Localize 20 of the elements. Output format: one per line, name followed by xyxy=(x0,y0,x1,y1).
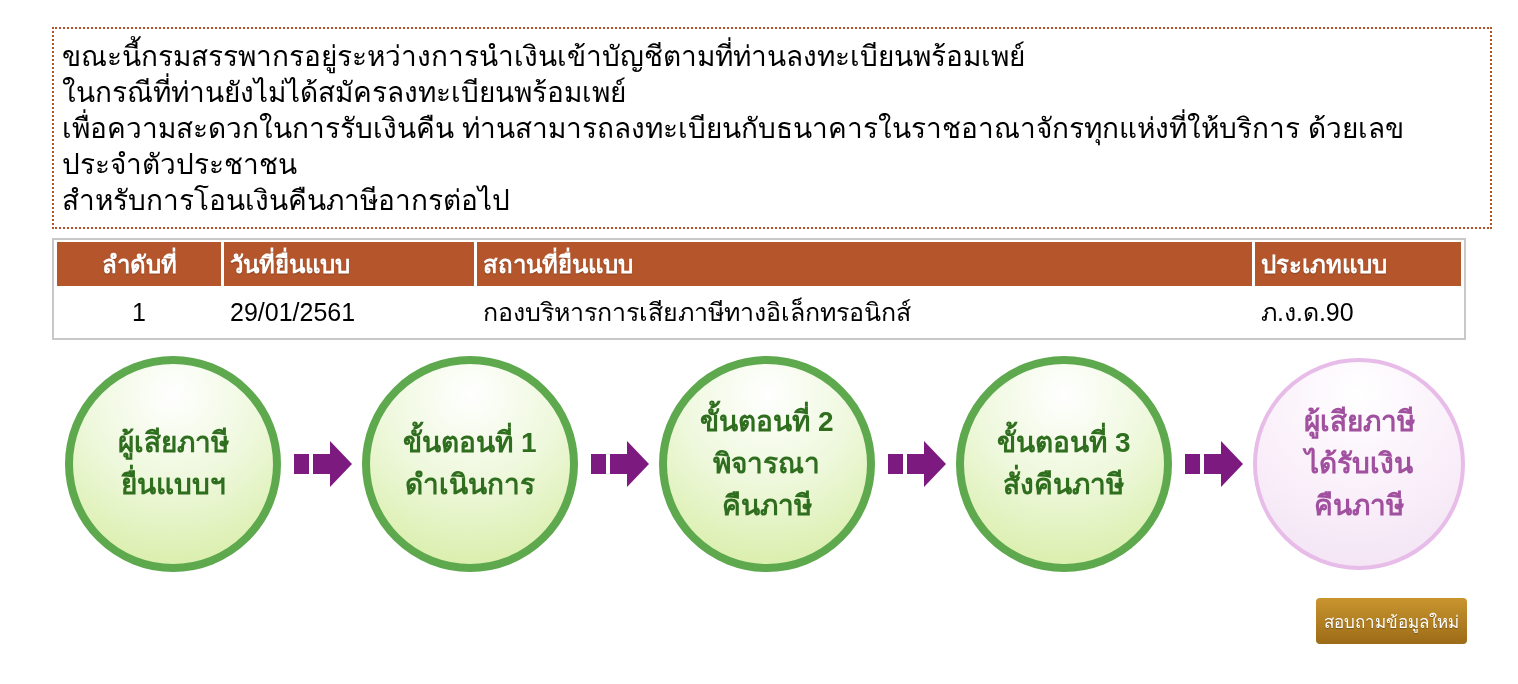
column-header: ลำดับที่ xyxy=(57,242,221,286)
arrow-icon xyxy=(1185,441,1243,487)
step-label: ขั้นตอนที่ 1 ดำเนินการ xyxy=(403,422,537,506)
column-header: ประเภทแบบ xyxy=(1255,242,1461,286)
table-cell-text: 29/01/2561 xyxy=(229,296,357,328)
step-label: ผู้เสียภาษี ได้รับเงิน คืนภาษี xyxy=(1303,405,1415,523)
table-cell-text: 1 xyxy=(131,296,147,328)
step-label: ผู้เสียภาษี ยื่นแบบฯ xyxy=(117,426,229,502)
step-label: ขั้นตอนที่ 3 สั่งคืนภาษี xyxy=(997,422,1131,506)
column-header: วันที่ยื่นแบบ xyxy=(224,242,474,286)
table-cell-text: กองบริหารการเสียภาษีทางอิเล็กทรอนิกส์ xyxy=(482,296,912,328)
arrow-icon xyxy=(888,441,946,487)
arrow-icon xyxy=(591,441,649,487)
column-header: สถานที่ยื่นแบบ xyxy=(477,242,1252,286)
notice-text: สำหรับการโอนเงินคืนภาษีอากรต่อไป xyxy=(62,184,511,218)
notice-text: เพื่อความสะดวกในการรับเงินคืน ท่านสามารถลงทะเบียนกับธนาคารในราชอาณาจักรทุกแห่งที่ให้บริการ ด้วยเลขประจำตัวประชาชน xyxy=(62,111,1482,183)
new-inquiry-button[interactable]: สอบถามข้อมูลใหม่ xyxy=(1316,598,1467,644)
step-label: ขั้นตอนที่ 2 พิจารณา คืนภาษี xyxy=(700,401,834,527)
table-cell-text: ภ.ง.ด.90 xyxy=(1260,297,1355,328)
arrow-icon xyxy=(294,441,352,487)
